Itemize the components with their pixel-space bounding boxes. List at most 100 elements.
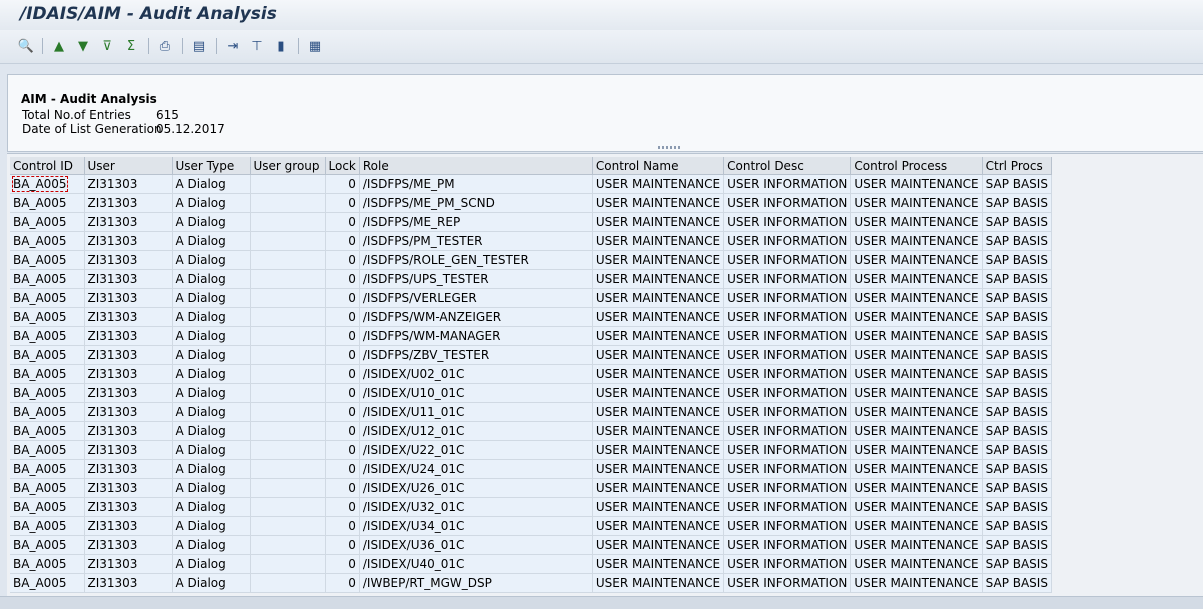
table-cell[interactable]: USER MAINTENANCE xyxy=(850,345,983,365)
table-cell[interactable]: SAP BASIS xyxy=(982,554,1052,574)
table-cell[interactable] xyxy=(250,307,326,327)
table-cell[interactable]: USER INFORMATION xyxy=(723,497,852,517)
table-cell[interactable]: USER MAINTENANCE xyxy=(592,345,725,365)
table-cell[interactable]: A Dialog xyxy=(172,193,251,213)
table-cell[interactable]: /ISDFPS/UPS_TESTER xyxy=(359,269,593,289)
table-cell[interactable]: USER INFORMATION xyxy=(723,364,852,384)
table-row[interactable]: BA_A005 ZI31303 A Dialog 0/ISIDEX/U10_01C US… xyxy=(10,383,1052,403)
table-cell[interactable]: A Dialog xyxy=(172,326,251,346)
table-cell[interactable]: 0 xyxy=(325,459,360,479)
table-cell[interactable]: /ISIDEX/U22_01C xyxy=(359,440,593,460)
filter-button[interactable]: ⊽ xyxy=(98,37,116,55)
table-cell[interactable]: A Dialog xyxy=(172,497,251,517)
table-cell[interactable]: SAP BASIS xyxy=(982,307,1052,327)
table-cell[interactable]: USER MAINTENANCE xyxy=(592,231,725,251)
table-cell[interactable]: USER MAINTENANCE xyxy=(592,193,725,213)
table-cell[interactable]: USER INFORMATION xyxy=(723,459,852,479)
table-cell[interactable]: USER INFORMATION xyxy=(723,345,852,365)
table-cell[interactable]: 0 xyxy=(325,307,360,327)
table-cell[interactable] xyxy=(250,364,326,384)
table-cell[interactable]: USER MAINTENANCE xyxy=(850,402,983,422)
table-cell[interactable]: 0 xyxy=(325,231,360,251)
table-cell[interactable]: SAP BASIS xyxy=(982,516,1052,536)
table-cell[interactable]: USER MAINTENANCE xyxy=(592,307,725,327)
table-cell[interactable] xyxy=(250,231,326,251)
table-row[interactable]: BA_A005 ZI31303 A Dialog 0/ISIDEX/U34_01C US… xyxy=(10,516,1052,536)
table-cell[interactable]: SAP BASIS xyxy=(982,231,1052,251)
table-cell[interactable]: SAP BASIS xyxy=(982,535,1052,555)
sort-descending-button[interactable]: ▼ xyxy=(74,37,92,55)
table-cell[interactable]: ZI31303 xyxy=(84,193,173,213)
table-row[interactable]: BA_A005 ZI31303 A Dialog 0/ISIDEX/U32_01C US… xyxy=(10,497,1052,517)
table-cell[interactable] xyxy=(250,554,326,574)
table-cell[interactable]: USER MAINTENANCE xyxy=(592,269,725,289)
table-cell[interactable]: USER MAINTENANCE xyxy=(850,459,983,479)
table-cell[interactable]: USER INFORMATION xyxy=(723,250,852,270)
column-header-user-type[interactable]: User Type xyxy=(172,157,251,175)
table-cell[interactable]: /ISIDEX/U32_01C xyxy=(359,497,593,517)
table-cell[interactable]: SAP BASIS xyxy=(982,497,1052,517)
table-cell[interactable]: USER MAINTENANCE xyxy=(592,288,725,308)
sum-button[interactable]: Σ xyxy=(122,37,140,55)
table-cell[interactable]: /ISDFPS/WM-MANAGER xyxy=(359,326,593,346)
table-cell[interactable]: USER MAINTENANCE xyxy=(850,421,983,441)
table-cell[interactable]: A Dialog xyxy=(172,269,251,289)
table-cell[interactable]: USER INFORMATION xyxy=(723,421,852,441)
table-cell[interactable]: 0 xyxy=(325,554,360,574)
table-row[interactable]: BA_A005 ZI31303 A Dialog 0/IWBEP/RT_MGW_DSP… xyxy=(10,573,1052,593)
column-header-lock[interactable]: Lock xyxy=(325,157,360,175)
table-cell[interactable]: A Dialog xyxy=(172,402,251,422)
column-header-role[interactable]: Role xyxy=(359,157,593,175)
table-cell[interactable]: ZI31303 xyxy=(84,364,173,384)
table-row[interactable]: BA_A005 ZI31303 A Dialog 0/ISIDEX/U36_01C US… xyxy=(10,535,1052,555)
table-cell[interactable]: ZI31303 xyxy=(84,345,173,365)
table-cell[interactable]: 0 xyxy=(325,573,360,593)
table-row[interactable]: BA_A005 ZI31303 A Dialog 0/ISDFPS/VERLEGER U… xyxy=(10,288,1052,308)
table-row[interactable]: BA_A005 ZI31303 A Dialog 0/ISIDEX/U24_01C US… xyxy=(10,459,1052,479)
table-cell[interactable]: SAP BASIS xyxy=(982,326,1052,346)
table-cell[interactable]: ZI31303 xyxy=(84,288,173,308)
table-cell[interactable]: USER MAINTENANCE xyxy=(592,364,725,384)
table-cell[interactable]: USER MAINTENANCE xyxy=(592,459,725,479)
table-cell[interactable]: /ISDFPS/WM-ANZEIGER xyxy=(359,307,593,327)
table-cell[interactable]: ZI31303 xyxy=(84,421,173,441)
column-header-control-id[interactable]: Control ID xyxy=(10,157,85,175)
table-cell[interactable]: A Dialog xyxy=(172,535,251,555)
table-cell[interactable]: SAP BASIS xyxy=(982,288,1052,308)
table-cell[interactable]: BA_A005 xyxy=(10,288,85,308)
table-row[interactable]: BA_A005 ZI31303 A Dialog 0/ISIDEX/U40_01C US… xyxy=(10,554,1052,574)
table-cell[interactable]: BA_A005 xyxy=(10,421,85,441)
table-cell[interactable]: USER MAINTENANCE xyxy=(850,364,983,384)
table-cell[interactable] xyxy=(250,421,326,441)
table-cell[interactable]: USER MAINTENANCE xyxy=(850,193,983,213)
table-cell[interactable]: SAP BASIS xyxy=(982,193,1052,213)
table-cell[interactable]: 0 xyxy=(325,535,360,555)
column-header-control-name[interactable]: Control Name xyxy=(592,157,725,175)
table-cell[interactable]: USER MAINTENANCE xyxy=(592,383,725,403)
table-cell[interactable]: USER MAINTENANCE xyxy=(592,212,725,232)
table-cell[interactable]: A Dialog xyxy=(172,459,251,479)
table-cell[interactable]: A Dialog xyxy=(172,478,251,498)
table-cell[interactable]: /ISIDEX/U02_01C xyxy=(359,364,593,384)
table-cell[interactable] xyxy=(250,383,326,403)
table-cell[interactable]: USER INFORMATION xyxy=(723,573,852,593)
table-cell[interactable]: A Dialog xyxy=(172,364,251,384)
table-cell[interactable]: 0 xyxy=(325,326,360,346)
table-cell[interactable] xyxy=(250,288,326,308)
table-cell[interactable]: USER INFORMATION xyxy=(723,174,852,194)
table-cell[interactable]: 0 xyxy=(325,288,360,308)
table-cell[interactable]: SAP BASIS xyxy=(982,421,1052,441)
splitter-grip[interactable] xyxy=(658,146,680,149)
table-cell[interactable]: USER MAINTENANCE xyxy=(592,174,725,194)
table-cell[interactable]: A Dialog xyxy=(172,288,251,308)
table-cell[interactable]: USER MAINTENANCE xyxy=(592,516,725,536)
table-cell[interactable]: USER INFORMATION xyxy=(723,288,852,308)
table-cell[interactable]: A Dialog xyxy=(172,383,251,403)
table-cell[interactable]: 0 xyxy=(325,250,360,270)
table-cell[interactable]: SAP BASIS xyxy=(982,345,1052,365)
table-cell[interactable]: 0 xyxy=(325,516,360,536)
table-cell[interactable]: A Dialog xyxy=(172,174,251,194)
column-header-user-group[interactable]: User group xyxy=(250,157,326,175)
table-cell[interactable]: USER INFORMATION xyxy=(723,212,852,232)
table-cell[interactable]: ZI31303 xyxy=(84,402,173,422)
